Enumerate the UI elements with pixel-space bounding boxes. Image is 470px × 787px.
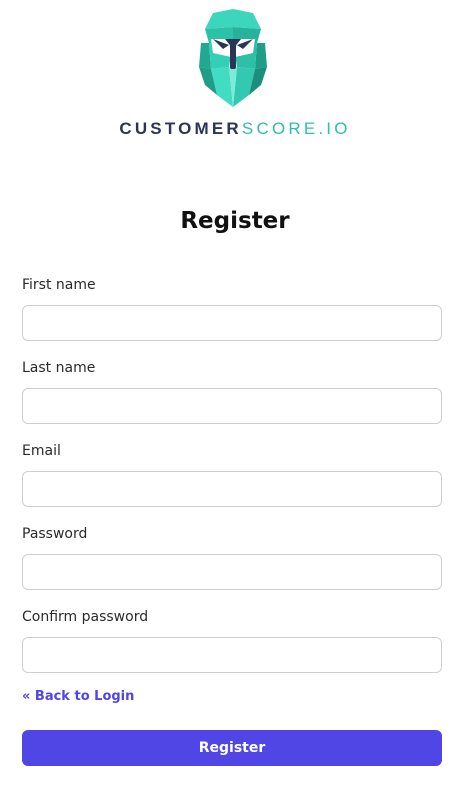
first-name-label: First name bbox=[22, 277, 96, 293]
brand-wordmark: CUSTOMERSCORE.IO bbox=[0, 119, 470, 139]
password-field[interactable] bbox=[22, 554, 442, 590]
brand-name-part1: CUSTOMER bbox=[119, 119, 242, 138]
email-label: Email bbox=[22, 443, 61, 459]
register-page: CUSTOMERSCORE.IO Register First name Las… bbox=[0, 0, 470, 787]
confirm-password-field[interactable] bbox=[22, 637, 442, 673]
brand-name-part2: SCORE.IO bbox=[241, 119, 351, 138]
first-name-field[interactable] bbox=[22, 305, 442, 341]
register-button[interactable]: Register bbox=[22, 730, 442, 766]
email-field[interactable] bbox=[22, 471, 442, 507]
robot-mask-logo-icon bbox=[199, 9, 267, 107]
last-name-label: Last name bbox=[22, 360, 96, 376]
last-name-field[interactable] bbox=[22, 388, 442, 424]
confirm-password-label: Confirm password bbox=[22, 609, 149, 625]
page-title: Register bbox=[180, 208, 290, 234]
password-label: Password bbox=[22, 526, 88, 542]
back-to-login-link[interactable]: « Back to Login bbox=[22, 689, 134, 704]
